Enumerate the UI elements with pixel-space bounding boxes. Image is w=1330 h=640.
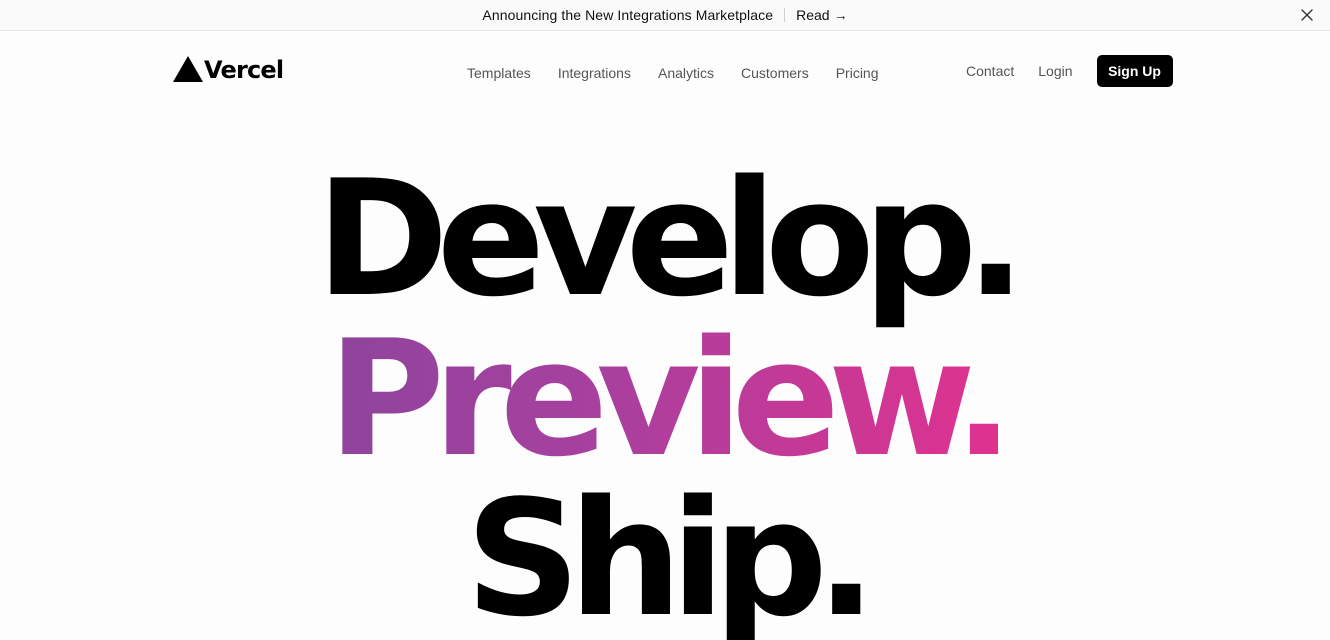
read-link[interactable]: Read →	[796, 7, 847, 23]
login-link[interactable]: Login	[1038, 63, 1072, 79]
nav-pricing[interactable]: Pricing	[836, 65, 879, 81]
nav-templates[interactable]: Templates	[467, 65, 531, 81]
hero-headline-develop: Develop.	[315, 145, 1026, 332]
contact-link[interactable]: Contact	[966, 63, 1014, 79]
close-icon	[1301, 9, 1313, 21]
announcement-text: Announcing the New Integrations Marketpl…	[482, 7, 774, 23]
nav-analytics[interactable]: Analytics	[658, 65, 714, 81]
hero-headline-preview: Preview.	[0, 319, 1330, 479]
banner-divider	[784, 8, 786, 22]
hero-headline-ship: Ship.	[465, 465, 876, 640]
account-nav: Contact Login Sign Up	[966, 55, 1173, 87]
announcement-banner: Announcing the New Integrations Marketpl…	[0, 0, 1330, 31]
sign-up-button[interactable]: Sign Up	[1096, 55, 1173, 87]
nav-customers[interactable]: Customers	[741, 65, 809, 81]
close-banner-button[interactable]	[1296, 4, 1318, 26]
main-nav: Templates Integrations Analytics Custome…	[467, 65, 879, 81]
hero-section: Develop. Preview. Ship.	[0, 111, 1330, 640]
read-label: Read	[796, 7, 830, 23]
nav-integrations[interactable]: Integrations	[558, 65, 631, 81]
arrow-right-icon: →	[833, 7, 848, 23]
logo-wordmark: Vercel	[204, 56, 284, 84]
vercel-logo[interactable]: Vercel	[173, 56, 284, 84]
site-header: Vercel Templates Integrations Analytics …	[0, 31, 1330, 111]
triangle-logo-icon	[173, 56, 203, 82]
